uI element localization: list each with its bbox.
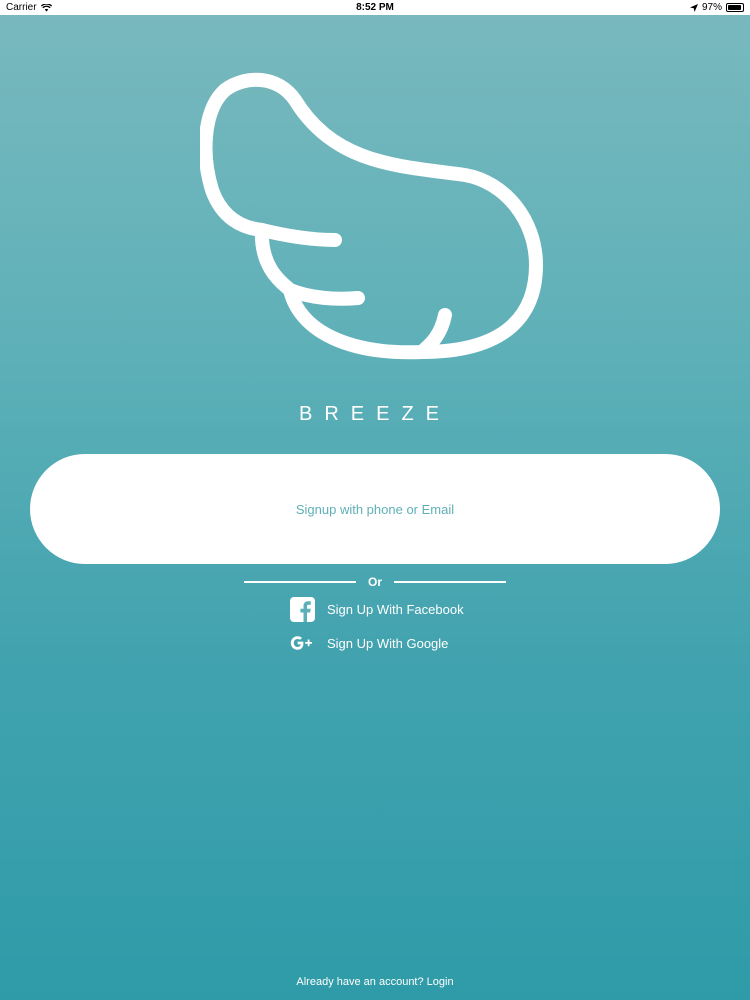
or-label: Or — [368, 575, 383, 589]
divider-line-right — [394, 581, 507, 583]
divider-line-left — [244, 581, 356, 583]
status-right: 97% — [689, 0, 744, 15]
battery-icon — [726, 3, 744, 12]
google-plus-icon — [290, 633, 315, 653]
login-link[interactable]: Already have an account? Login — [0, 976, 750, 988]
google-signup-button[interactable]: Sign Up With Google — [290, 633, 448, 653]
status-bar: Carrier 8:52 PM 97% — [0, 0, 750, 15]
signup-phone-email-button[interactable]: Signup with phone or Email — [30, 454, 720, 564]
battery-percent: 97% — [701, 2, 722, 13]
google-signup-label: Sign Up With Google — [327, 635, 449, 651]
brand-name: BREEZE — [298, 403, 452, 425]
facebook-icon — [290, 597, 315, 622]
signup-screen: Carrier 8:52 PM 97% BREEZE Signup with p… — [0, 0, 750, 1000]
wing-logo-icon — [200, 72, 543, 360]
status-time: 8:52 PM — [356, 2, 394, 13]
location-arrow-icon — [689, 3, 698, 12]
or-divider: Or — [244, 574, 507, 590]
facebook-signup-button[interactable]: Sign Up With Facebook — [290, 597, 464, 622]
facebook-signup-label: Sign Up With Facebook — [327, 602, 464, 617]
